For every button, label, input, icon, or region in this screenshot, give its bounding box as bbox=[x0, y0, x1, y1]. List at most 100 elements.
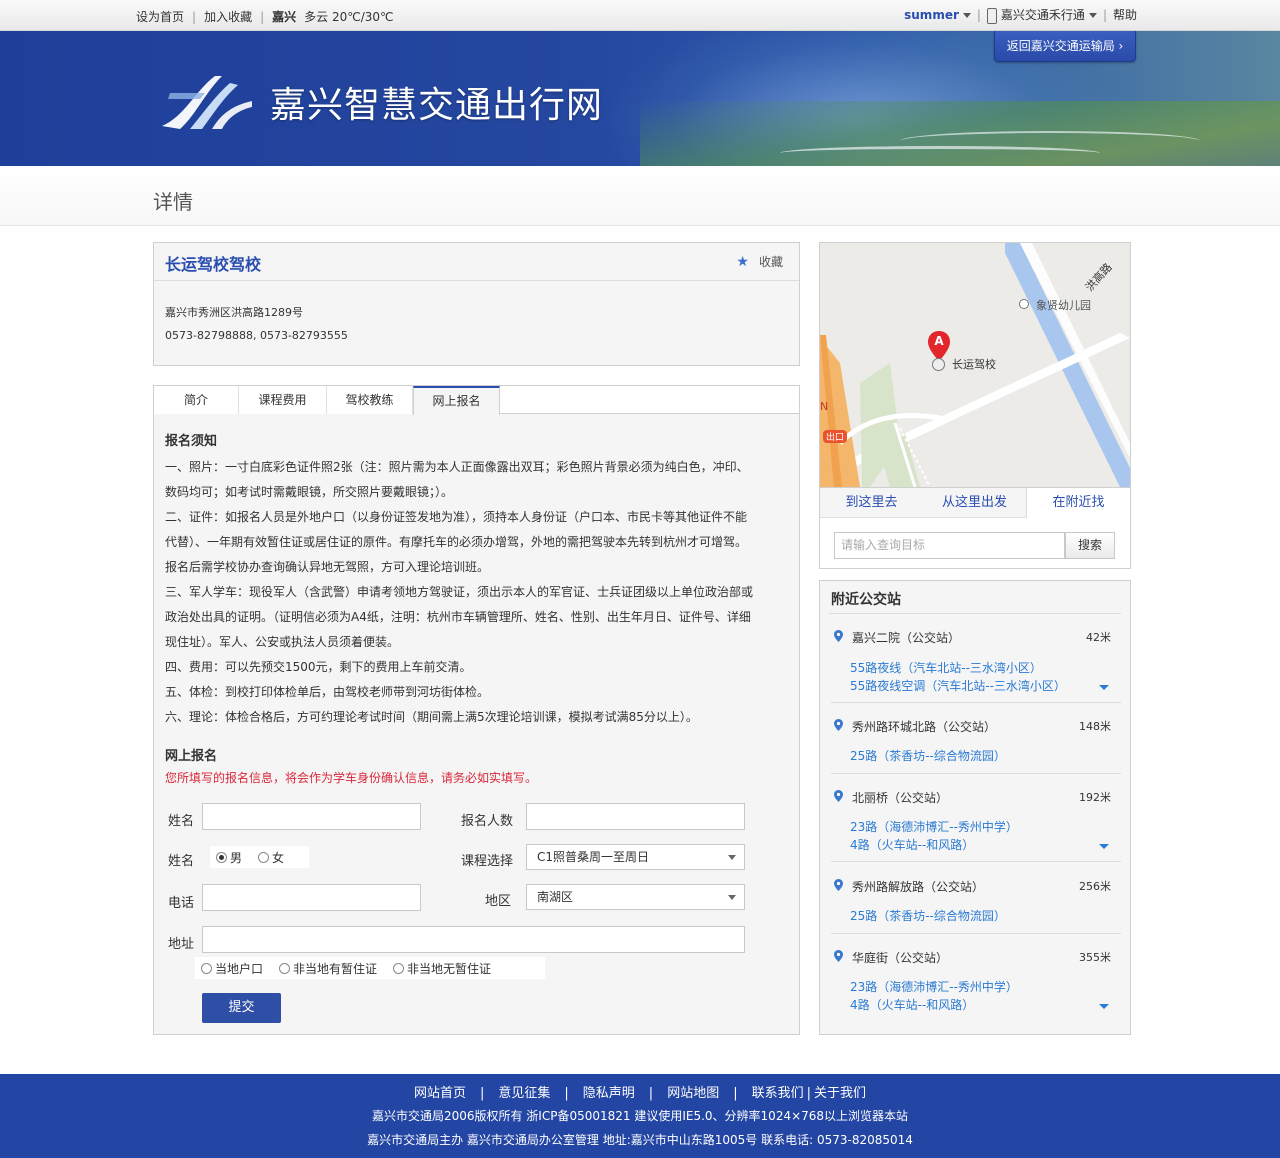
map-search-button[interactable]: 搜索 bbox=[1065, 532, 1115, 559]
residence-local-option[interactable]: 当地户口 bbox=[201, 960, 263, 977]
divider: | bbox=[1102, 7, 1107, 22]
station-name[interactable]: 秀州路解放路（公交站） bbox=[852, 878, 984, 895]
bus-route-link[interactable]: 4路（火车站--和风路） bbox=[850, 996, 974, 1013]
residence-option-label: 非当地有暂住证 bbox=[293, 961, 378, 976]
poi-icon bbox=[1019, 299, 1029, 309]
school-header: 长运驾校驾校 ★ 收藏 bbox=[154, 243, 799, 281]
residence-temp-permit-option[interactable]: 非当地有暂住证 bbox=[279, 960, 377, 977]
notice-line: 六、理论：体检合格后，方可约理论考试时间（期间需上满5次理论培训课，模拟考试满8… bbox=[165, 710, 698, 724]
bus-route-link[interactable]: 4路（火车站--和风路） bbox=[850, 836, 974, 853]
footer-copyright: 嘉兴市交通局2006版权所有 浙ICP备05001821 建议使用IE5.0、分… bbox=[371, 1109, 909, 1123]
map-view[interactable]: N 洪高路 象贤幼儿园 A 长运驾校 出口 bbox=[820, 243, 1130, 487]
school-info-card: 长运驾校驾校 ★ 收藏 嘉兴市秀洲区洪高路1289号 0573-82798888… bbox=[153, 242, 800, 366]
add-favorite-link[interactable]: 加入收藏 bbox=[204, 8, 252, 25]
address-input[interactable] bbox=[202, 926, 745, 953]
footer-link-sitemap[interactable]: 网站地图 bbox=[667, 1086, 719, 1101]
notice-line: 二、证件：如报名人员是外地户口（以身份证签发地为准），须持本人身份证（户口本、市… bbox=[165, 510, 748, 524]
station-name[interactable]: 华庭街（公交站） bbox=[852, 949, 948, 966]
name-input[interactable] bbox=[202, 803, 421, 830]
gender-male-option[interactable]: 男 bbox=[216, 849, 242, 866]
notice-title: 报名须知 bbox=[165, 434, 218, 449]
gender-female-option[interactable]: 女 bbox=[258, 849, 284, 866]
station-name[interactable]: 秀州路环城北路（公交站） bbox=[852, 718, 996, 735]
tab-course-fees[interactable]: 课程费用 bbox=[239, 386, 327, 414]
radio-unchecked-icon bbox=[201, 962, 212, 974]
bus-station: 北丽桥（公交站） 192米 23路（海德沛博汇--秀州中学） 4路（火车站--和… bbox=[831, 789, 1121, 862]
phone-input[interactable] bbox=[202, 884, 421, 911]
notice-line: 政治处出具的证明。（证明信必须为A4纸，注明：杭州市车辆管理所、姓名、性别、出生… bbox=[165, 610, 751, 624]
bus-route-link[interactable]: 25路（茶香坊--综合物流园） bbox=[850, 907, 1006, 924]
set-home-link[interactable]: 设为首页 bbox=[136, 8, 184, 25]
divider: | bbox=[564, 1086, 569, 1101]
expand-down-icon[interactable] bbox=[1099, 685, 1109, 690]
app-name: 嘉兴交通禾行通 bbox=[1000, 8, 1085, 22]
bus-route-link[interactable]: 55路夜线（汽车北站--三水湾小区） bbox=[850, 659, 1042, 676]
banner-road bbox=[900, 131, 1200, 151]
count-input[interactable] bbox=[526, 803, 745, 830]
map-tab-from-here[interactable]: 从这里出发 bbox=[923, 488, 1026, 518]
notice-line: 五、体检：到校打印体检单后，由驾校老师带到河坊街体检。 bbox=[165, 685, 490, 699]
area-select[interactable]: 南湖区 bbox=[526, 884, 745, 910]
course-label: 课程选择 bbox=[461, 854, 514, 869]
footer-link-feedback[interactable]: 意见征集 bbox=[498, 1086, 550, 1101]
site-logo-icon bbox=[162, 76, 252, 129]
weather-info: 多云 20℃/30℃ bbox=[304, 10, 394, 24]
address-label: 地址 bbox=[168, 937, 195, 952]
bus-panel-title: 附近公交站 bbox=[831, 592, 901, 608]
help-link[interactable]: 帮助 bbox=[1113, 6, 1137, 23]
app-menu[interactable]: 嘉兴交通禾行通 bbox=[986, 6, 1097, 24]
area-value: 南湖区 bbox=[537, 890, 574, 904]
bus-route-link[interactable]: 55路夜线空调（汽车北站--三水湾小区） bbox=[850, 677, 1066, 694]
tab-coaches[interactable]: 驾校教练 bbox=[327, 386, 413, 414]
bus-route-link[interactable]: 23路（海德沛博汇--秀州中学） bbox=[850, 818, 1018, 835]
footer-link-contact[interactable]: 联系我们 bbox=[752, 1086, 804, 1101]
map-panel: N 洪高路 象贤幼儿园 A 长运驾校 出口 到这里去 从这里出发 在附近找 请输… bbox=[819, 242, 1131, 569]
footer-link-home[interactable]: 网站首页 bbox=[414, 1086, 466, 1101]
phone-icon bbox=[986, 7, 997, 24]
station-distance: 256米 bbox=[1079, 880, 1111, 893]
residence-no-permit-option[interactable]: 非当地无暂住证 bbox=[393, 960, 491, 977]
course-select[interactable]: C1照普桑周一至周日 bbox=[526, 844, 745, 870]
divider: | bbox=[976, 7, 981, 22]
chevron-down-icon bbox=[728, 855, 736, 860]
bus-station: 秀州路环城北路（公交站） 148米 25路（茶香坊--综合物流园） bbox=[831, 718, 1121, 778]
residence-option-label: 非当地无暂住证 bbox=[407, 961, 492, 976]
user-menu[interactable]: summer bbox=[904, 8, 971, 22]
map-tab-go-here[interactable]: 到这里去 bbox=[820, 488, 923, 518]
station-name[interactable]: 嘉兴二院（公交站） bbox=[852, 629, 960, 646]
footer-links: 网站首页 | 意见征集 | 隐私声明 | 网站地图 | 联系我们 | 关于我们 bbox=[0, 1082, 1280, 1101]
divider bbox=[831, 702, 1121, 703]
submit-button[interactable]: 提交 bbox=[202, 993, 281, 1023]
tab-online-signup[interactable]: 网上报名 bbox=[413, 386, 500, 415]
footer-host-info: 嘉兴市交通局主办 嘉兴市交通局办公室管理 地址:嘉兴市中山东路1005号 联系电… bbox=[367, 1133, 913, 1147]
city-name[interactable]: 嘉兴 bbox=[272, 8, 296, 25]
expand-down-icon[interactable] bbox=[1099, 844, 1109, 849]
divider bbox=[829, 613, 1121, 614]
favorite-label: 收藏 bbox=[758, 255, 783, 269]
bus-station: 秀州路解放路（公交站） 256米 25路（茶香坊--综合物流园） bbox=[831, 878, 1121, 938]
divider bbox=[831, 933, 1121, 934]
favorite-button[interactable]: ★ 收藏 bbox=[736, 253, 783, 270]
expand-down-icon[interactable] bbox=[1099, 1004, 1109, 1009]
signup-warning: 您所填写的报名信息，将会作为学车身份确认信息，请务必如实填写。 bbox=[165, 771, 538, 785]
divider bbox=[831, 773, 1121, 774]
location-pin-icon bbox=[834, 630, 843, 642]
station-name[interactable]: 北丽桥（公交站） bbox=[852, 789, 948, 806]
highway-letter: N bbox=[820, 400, 828, 413]
map-marker-letter: A bbox=[934, 334, 944, 348]
notice-line: 代替）、一年期有效暂住证或居住证的原件。有摩托车的必须办增驾，外地的需把驾驶本先… bbox=[165, 535, 748, 549]
map-tab-bar: 到这里去 从这里出发 在附近找 bbox=[820, 487, 1130, 518]
back-to-bureau-button[interactable]: 返回嘉兴交通运输局 › bbox=[994, 31, 1136, 62]
username: summer bbox=[904, 7, 959, 22]
page-title: 详情 bbox=[153, 190, 193, 214]
tab-intro[interactable]: 简介 bbox=[154, 386, 239, 414]
bus-route-link[interactable]: 25路（茶香坊--综合物流园） bbox=[850, 747, 1006, 764]
bus-route-link[interactable]: 23路（海德沛博汇--秀州中学） bbox=[850, 978, 1018, 995]
footer-link-privacy[interactable]: 隐私声明 bbox=[583, 1086, 635, 1101]
map-search-input[interactable]: 请输入查询目标 bbox=[834, 532, 1065, 559]
station-distance: 355米 bbox=[1079, 951, 1111, 964]
map-tab-nearby[interactable]: 在附近找 bbox=[1026, 488, 1130, 518]
school-poi-icon bbox=[932, 358, 945, 371]
footer-link-about[interactable]: 关于我们 bbox=[814, 1086, 866, 1101]
notice-line: 现住址）。军人、公安或执法人员须着便装。 bbox=[165, 635, 400, 649]
